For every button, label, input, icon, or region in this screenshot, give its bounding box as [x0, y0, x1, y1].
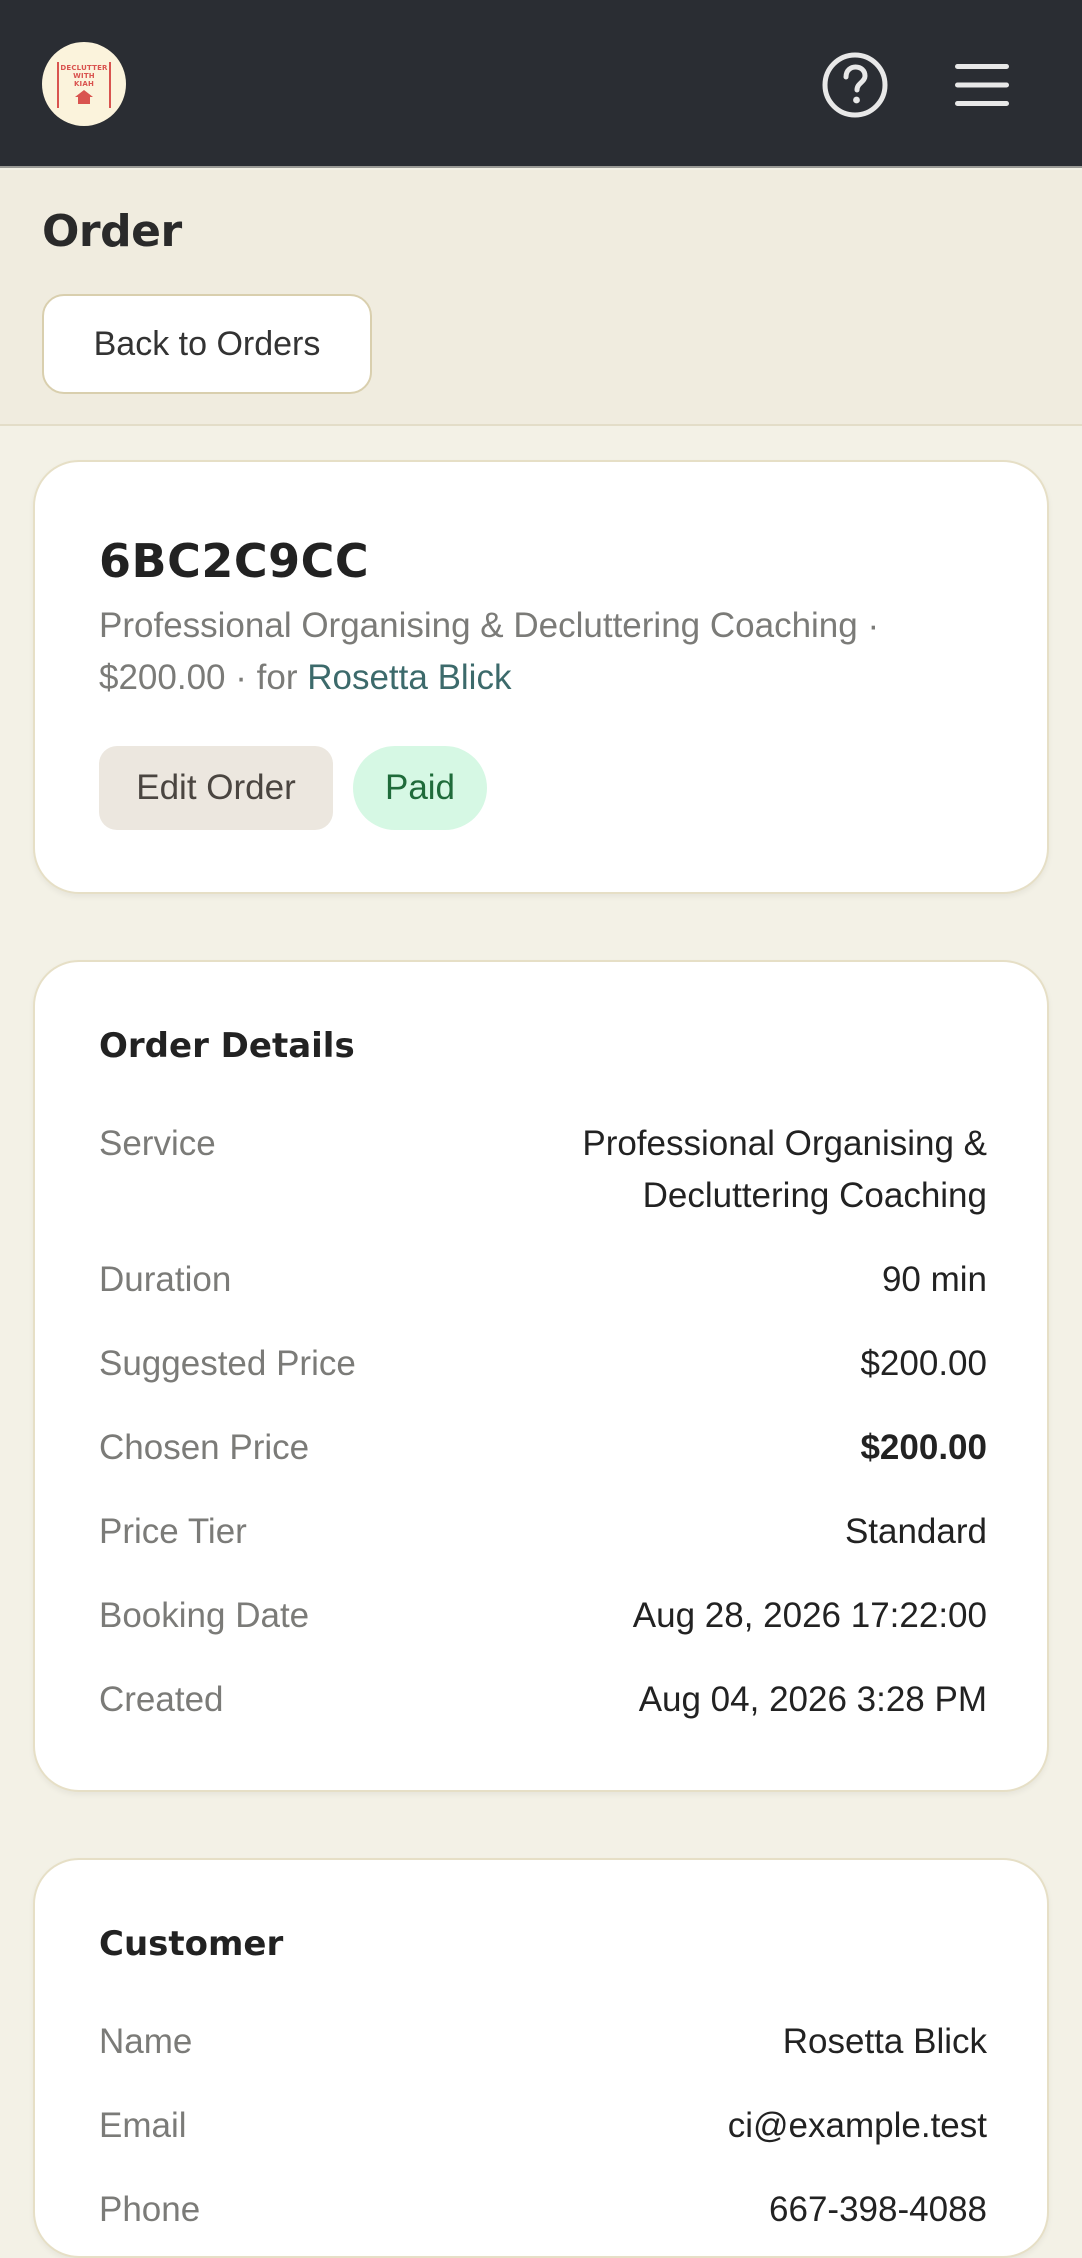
help-circle-icon [822, 52, 888, 118]
separator: · [857, 606, 880, 645]
order-service: Professional Organising & Decluttering C… [99, 606, 858, 645]
section-title: Customer [99, 1924, 284, 1964]
edit-order-button[interactable]: Edit Order [99, 746, 333, 830]
logo-frame [57, 62, 111, 108]
detail-value: Professional Organising & Decluttering C… [582, 1124, 987, 1215]
detail-row-chosen-price: Chosen Price $200.00 [99, 1422, 987, 1474]
detail-row-created: Created Aug 04, 2026 3:28 PM [99, 1674, 987, 1726]
back-to-orders-button[interactable]: Back to Orders [42, 294, 372, 394]
detail-row-booking-date: Booking Date Aug 28, 2026 17:22:00 [99, 1590, 987, 1642]
customer-link[interactable]: Rosetta Blick [307, 658, 511, 697]
section-title: Order Details [99, 1026, 355, 1066]
customer-row-name: Name Rosetta Blick [99, 2016, 987, 2068]
customer-label: Phone [99, 2190, 201, 2229]
order-summary-line: Professional Organising & Decluttering C… [99, 600, 999, 704]
order-code: 6BC2C9CC [99, 534, 370, 588]
customer-email: ci@example.test [727, 2106, 987, 2145]
customer-label: Name [99, 2022, 193, 2061]
detail-label: Duration [99, 1260, 232, 1299]
detail-value: Aug 28, 2026 17:22:00 [632, 1596, 987, 1635]
status-badge: Paid [353, 746, 487, 830]
customer-label: Email [99, 2106, 187, 2145]
page-title: Order [42, 206, 182, 257]
customer-card: Customer Name Rosetta Blick Email ci@exa… [33, 1858, 1049, 2258]
detail-value: $200.00 [860, 1428, 987, 1467]
detail-value: 90 min [881, 1260, 987, 1299]
detail-label: Suggested Price [99, 1344, 356, 1383]
order-summary-card: 6BC2C9CC Professional Organising & Declu… [33, 460, 1049, 894]
customer-row-email: Email ci@example.test [99, 2100, 987, 2152]
detail-label: Price Tier [99, 1512, 247, 1551]
detail-label: Created [99, 1680, 224, 1719]
detail-value: Standard [844, 1512, 987, 1551]
top-nav-bar: DECLUTTER WITH KIAH [0, 0, 1082, 168]
detail-label: Booking Date [99, 1596, 310, 1635]
brand-logo[interactable]: DECLUTTER WITH KIAH [42, 42, 126, 126]
customer-phone: 667-398-4088 [769, 2190, 987, 2229]
detail-row-price-tier: Price Tier Standard [99, 1506, 987, 1558]
order-details-card: Order Details Service Professional Organ… [33, 960, 1049, 1792]
detail-row-duration: Duration 90 min [99, 1254, 987, 1306]
hamburger-menu-icon [955, 64, 1009, 106]
hamburger-menu-button[interactable] [946, 50, 1018, 120]
detail-label: Chosen Price [99, 1428, 310, 1467]
detail-row-service: Service Professional Organising & Declut… [99, 1118, 987, 1222]
order-price: $200.00 [99, 658, 226, 697]
detail-label: Service [99, 1124, 216, 1163]
detail-value: Aug 04, 2026 3:28 PM [638, 1680, 987, 1719]
detail-row-suggested-price: Suggested Price $200.00 [99, 1338, 987, 1390]
customer-name-link[interactable]: Rosetta Blick [783, 2016, 987, 2068]
customer-row-phone: Phone 667-398-4088 [99, 2184, 987, 2236]
help-button[interactable] [820, 50, 890, 120]
detail-value: $200.00 [860, 1344, 987, 1383]
separator: · for [225, 658, 308, 697]
